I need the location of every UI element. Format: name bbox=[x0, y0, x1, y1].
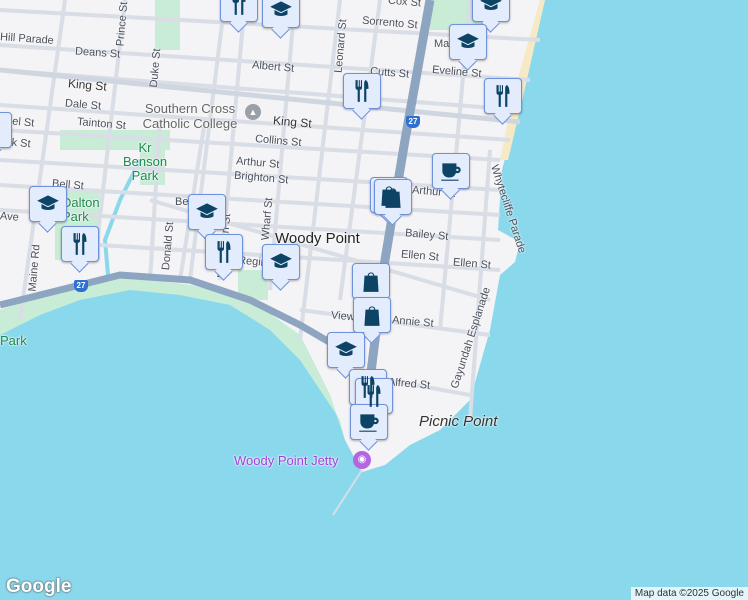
shopping-marker[interactable] bbox=[374, 179, 412, 215]
graduation-cap-icon bbox=[270, 253, 292, 268]
fork-knife-icon bbox=[232, 0, 246, 15]
shopping-marker[interactable] bbox=[353, 297, 391, 333]
picnic-point-label: Picnic Point bbox=[419, 413, 498, 430]
route-shield-27: 27 bbox=[74, 280, 88, 292]
graduation-cap-icon bbox=[457, 33, 479, 48]
school-marker[interactable] bbox=[449, 24, 487, 60]
college-pin-icon[interactable]: ▲ bbox=[245, 104, 261, 120]
graduation-cap-icon bbox=[335, 341, 357, 356]
fork-knife-icon bbox=[217, 241, 231, 263]
street-label: Be bbox=[175, 196, 189, 208]
street-label: Ma bbox=[434, 38, 450, 50]
fork-knife-icon bbox=[367, 385, 381, 407]
shopping-bag-icon bbox=[363, 272, 379, 292]
park-label: Park bbox=[0, 333, 27, 348]
jetty bbox=[332, 469, 363, 516]
fork-knife-icon bbox=[496, 85, 510, 107]
coffee-cup-icon bbox=[441, 163, 461, 181]
restaurant-marker[interactable] bbox=[484, 78, 522, 114]
shopping-bag-icon bbox=[385, 188, 401, 208]
graduation-cap-icon bbox=[37, 195, 59, 210]
graduation-cap-icon bbox=[196, 203, 218, 218]
park-north bbox=[155, 0, 180, 50]
shopping-marker[interactable] bbox=[352, 263, 390, 299]
map-attribution[interactable]: Map data ©2025 Google bbox=[630, 587, 748, 600]
cafe-marker[interactable] bbox=[432, 153, 470, 189]
street-label: Ave bbox=[0, 210, 20, 224]
school-marker[interactable] bbox=[262, 0, 300, 28]
fork-knife-icon bbox=[73, 233, 87, 255]
restaurant-marker[interactable] bbox=[205, 234, 243, 270]
school-marker[interactable] bbox=[472, 0, 510, 22]
graduation-cap-icon bbox=[270, 1, 292, 16]
college-label[interactable]: Southern Cross Catholic College bbox=[140, 101, 240, 131]
park-label: Dalton Park bbox=[62, 195, 100, 224]
jetty-label[interactable]: Woody Point Jetty bbox=[234, 453, 339, 468]
park-label: Kr Benson Park bbox=[122, 140, 168, 183]
google-logo: Google bbox=[6, 576, 72, 597]
school-marker[interactable] bbox=[327, 332, 365, 368]
restaurant-marker[interactable] bbox=[220, 0, 258, 22]
shopping-bag-icon bbox=[364, 306, 380, 326]
partial-marker[interactable] bbox=[0, 112, 12, 148]
restaurant-marker[interactable] bbox=[61, 226, 99, 262]
school-marker[interactable] bbox=[262, 244, 300, 280]
route-shield-27: 27 bbox=[406, 116, 420, 128]
graduation-cap-icon bbox=[480, 0, 502, 10]
cafe-marker[interactable] bbox=[350, 404, 388, 440]
camera-pin-icon[interactable]: ◉ bbox=[353, 451, 371, 469]
coffee-cup-icon bbox=[359, 414, 379, 432]
school-marker[interactable] bbox=[188, 194, 226, 230]
restaurant-marker[interactable] bbox=[343, 73, 381, 109]
fork-knife-icon bbox=[355, 80, 369, 102]
school-marker[interactable] bbox=[29, 186, 67, 222]
